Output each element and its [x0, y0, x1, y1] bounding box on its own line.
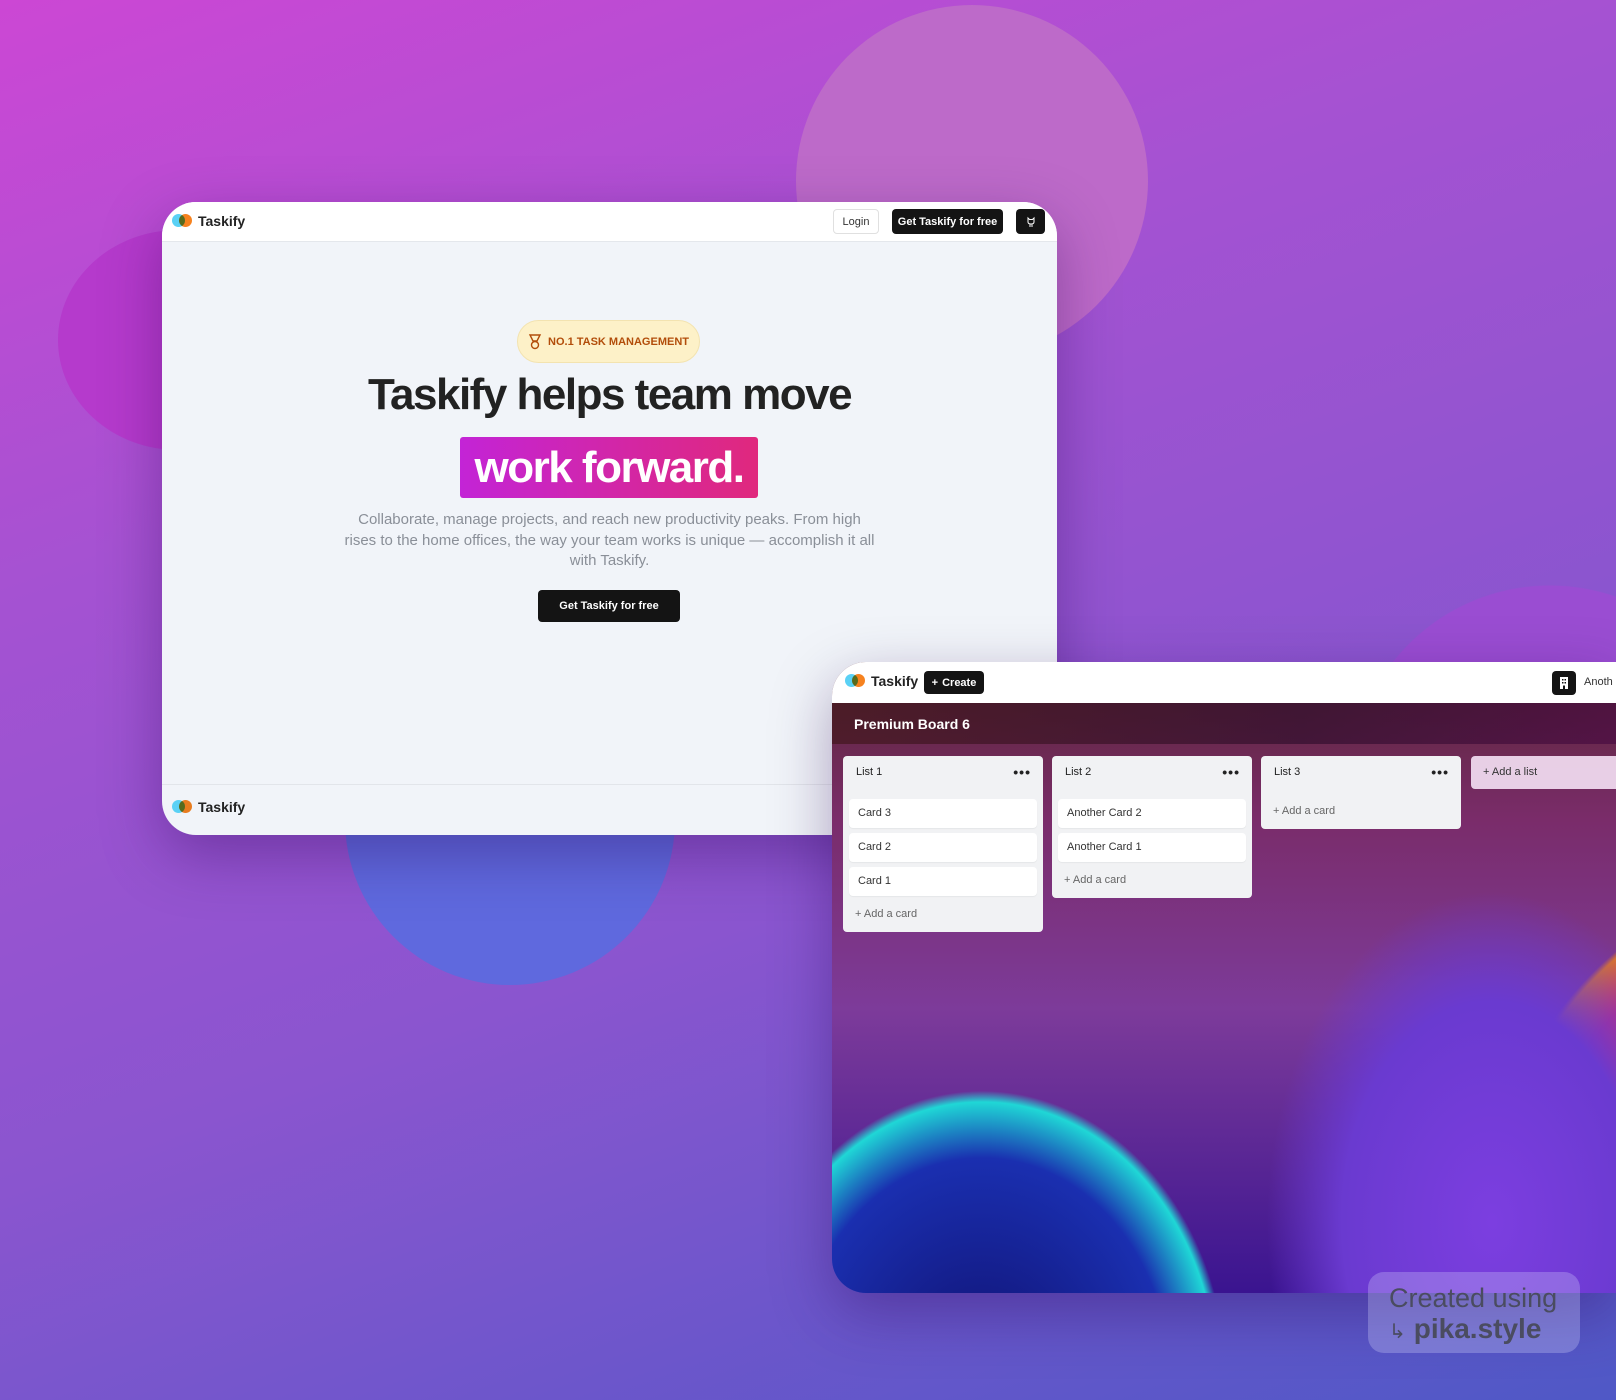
login-button[interactable]: Login: [833, 209, 879, 234]
get-taskify-cta-button[interactable]: Get Taskify for free: [538, 590, 680, 622]
add-card-label: Add a card: [1072, 874, 1127, 886]
get-taskify-nav-button[interactable]: Get Taskify for free: [892, 209, 1003, 234]
board-window: Taskify + Create Anoth Premium Board 6 Li…: [832, 662, 1616, 1293]
plus-icon: +: [855, 908, 864, 920]
list: List 1 ••• Card 3 Card 2 Card 1 + Add a …: [843, 756, 1043, 932]
plus-icon: +: [1064, 874, 1073, 886]
card[interactable]: Card 2: [849, 833, 1037, 862]
add-list-label: Add a list: [1491, 766, 1538, 778]
footer-logo[interactable]: Taskify: [172, 799, 245, 815]
plus-icon: +: [931, 676, 939, 689]
footer-brand-name: Taskify: [198, 799, 246, 815]
medal-icon: [528, 333, 542, 349]
brand-logo[interactable]: Taskify: [172, 213, 245, 229]
add-card-label: Add a card: [863, 908, 918, 920]
logo-icon: [172, 214, 192, 228]
badge: NO.1 TASK MANAGEMENT: [517, 320, 700, 363]
description: Collaborate, manage projects, and reach …: [344, 511, 875, 569]
add-card-button[interactable]: + Add a card: [855, 908, 917, 920]
add-list-button[interactable]: + Add a list: [1471, 756, 1616, 789]
github-icon: [1027, 216, 1034, 227]
org-name[interactable]: Anoth: [1584, 676, 1616, 688]
watermark-line1: Created using: [1389, 1283, 1558, 1313]
watermark-line2: pika.style: [1413, 1313, 1542, 1344]
brand-name: Taskify: [198, 213, 246, 229]
list: List 3 ••• + Add a card: [1261, 756, 1461, 829]
card[interactable]: Card 3: [849, 799, 1037, 828]
watermark: Created using ↳ pika.style: [1368, 1272, 1580, 1353]
list-title[interactable]: List 3: [1274, 766, 1300, 778]
plus-icon: +: [1483, 766, 1492, 778]
more-options-icon[interactable]: •••: [1431, 764, 1449, 780]
badge-text: NO.1 TASK MANAGEMENT: [548, 335, 689, 348]
create-label: Create: [942, 676, 977, 689]
list: List 2 ••• Another Card 2 Another Card 1…: [1052, 756, 1252, 898]
list-title[interactable]: List 2: [1065, 766, 1091, 778]
add-card-button[interactable]: + Add a card: [1064, 874, 1126, 886]
create-button[interactable]: + Create: [924, 671, 984, 694]
board-header: Taskify + Create Anoth: [832, 662, 1616, 703]
more-options-icon[interactable]: •••: [1222, 764, 1240, 780]
card[interactable]: Another Card 1: [1058, 833, 1246, 862]
landing-header: Taskify Login Get Taskify for free: [162, 202, 1057, 242]
building-icon: [1560, 677, 1568, 689]
brand-logo[interactable]: Taskify: [845, 673, 918, 689]
arrow-icon: ↳: [1389, 1321, 1406, 1343]
list-title[interactable]: List 1: [856, 766, 882, 778]
brand-name: Taskify: [871, 673, 919, 689]
logo-icon: [845, 674, 865, 688]
plus-icon: +: [1273, 805, 1282, 817]
org-switcher-button[interactable]: [1552, 671, 1576, 695]
card[interactable]: Card 1: [849, 867, 1037, 896]
add-card-button[interactable]: + Add a card: [1273, 805, 1335, 817]
logo-icon: [172, 800, 192, 814]
more-options-icon[interactable]: •••: [1013, 764, 1031, 780]
headline: Taskify helps team move: [367, 370, 853, 419]
card[interactable]: Another Card 2: [1058, 799, 1246, 828]
headline-highlight: work forward.: [460, 437, 758, 498]
github-button[interactable]: [1016, 209, 1045, 234]
add-card-label: Add a card: [1281, 805, 1336, 817]
board-title[interactable]: Premium Board 6: [832, 703, 1616, 744]
